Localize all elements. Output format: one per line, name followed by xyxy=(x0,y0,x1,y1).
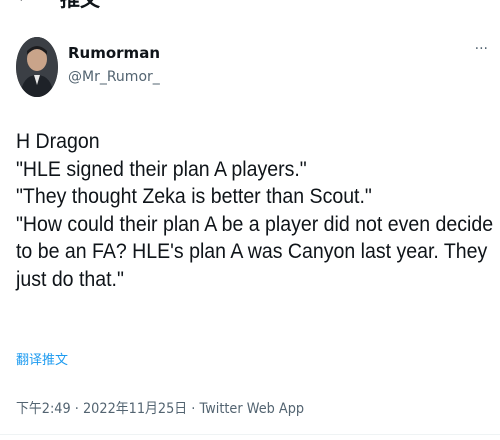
avatar-image xyxy=(16,37,58,97)
tweet-date[interactable]: 2022年11月25日 xyxy=(83,401,187,417)
meta-separator: · xyxy=(187,401,200,417)
author-info: Rumorman @Mr_Rumor_ xyxy=(68,44,160,86)
tweet-line: "HLE signed their plan A players." xyxy=(16,157,307,181)
tweet-source[interactable]: Twitter Web App xyxy=(199,401,304,417)
meta-separator: · xyxy=(70,401,83,417)
divider xyxy=(0,434,500,435)
back-arrow-icon[interactable]: ← xyxy=(16,0,34,8)
author-display-name[interactable]: Rumorman xyxy=(68,44,160,62)
avatar[interactable] xyxy=(16,37,58,97)
tweet-line: to be an FA? HLE's plan A was Canyon las… xyxy=(16,240,488,263)
tweet-line: "They thought Zeka is better than Scout.… xyxy=(16,185,372,208)
author-handle[interactable]: @Mr_Rumor_ xyxy=(68,68,160,86)
tweet-time[interactable]: 下午2:49 xyxy=(16,401,71,417)
more-options-button[interactable]: ··· xyxy=(475,42,488,56)
top-bar: ← 推文 xyxy=(0,0,500,14)
tweet-line: "How could their plan A be a player did … xyxy=(16,212,494,236)
tweet-metadata: 下午2:49 · 2022年11月25日 · Twitter Web App xyxy=(16,400,304,418)
translate-tweet-link[interactable]: 翻译推文 xyxy=(16,353,68,369)
tweet-line: H Dragon xyxy=(16,130,100,153)
tweet-text: H Dragon "HLE signed their plan A player… xyxy=(16,128,494,293)
tweet-line: just do that." xyxy=(16,267,124,291)
page-title: 推文 xyxy=(60,0,100,10)
